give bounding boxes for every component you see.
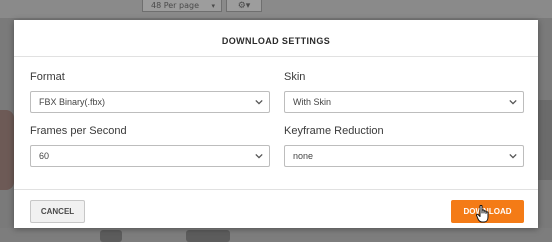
background-bottom-strip <box>0 228 552 242</box>
settings-dropdown: ⚙▾ <box>226 0 262 12</box>
cancel-button[interactable]: CANCEL <box>30 200 85 223</box>
chevron-down-icon <box>255 99 263 105</box>
keyframe-reduction-select[interactable]: none <box>284 145 524 167</box>
chevron-down-icon <box>509 153 517 159</box>
keyframe-reduction-select-value: none <box>293 151 314 161</box>
background-shape <box>186 230 230 242</box>
format-label: Format <box>30 71 65 83</box>
gear-icon: ⚙▾ <box>237 1 251 11</box>
download-settings-dialog: DOWNLOAD SETTINGS Format FBX Binary(.fbx… <box>14 20 538 228</box>
format-select-value: FBX Binary(.fbx) <box>39 97 106 107</box>
chevron-down-icon <box>509 99 517 105</box>
per-page-select: 48 Per page ▾ <box>142 0 222 12</box>
background-shape <box>100 230 122 242</box>
skin-select-value: With Skin <box>293 97 332 107</box>
dialog-header: DOWNLOAD SETTINGS <box>14 20 538 57</box>
skin-label: Skin <box>284 71 306 83</box>
background-toolbar <box>0 0 552 18</box>
format-select[interactable]: FBX Binary(.fbx) <box>30 91 270 113</box>
fps-select-value: 60 <box>39 151 50 161</box>
per-page-label: 48 Per page <box>151 1 199 10</box>
background-character-preview-right <box>538 100 552 180</box>
fps-select[interactable]: 60 <box>30 145 270 167</box>
dialog-title: DOWNLOAD SETTINGS <box>221 36 331 46</box>
chevron-down-icon <box>255 153 263 159</box>
caret-down-icon: ▾ <box>211 2 215 10</box>
hand-pointer-icon <box>476 205 489 223</box>
dialog-footer: CANCEL DOWNLOAD <box>14 189 538 228</box>
fps-label: Frames per Second <box>30 125 127 137</box>
keyframe-reduction-label: Keyframe Reduction <box>284 125 384 137</box>
background-character-preview <box>0 110 14 190</box>
skin-select[interactable]: With Skin <box>284 91 524 113</box>
